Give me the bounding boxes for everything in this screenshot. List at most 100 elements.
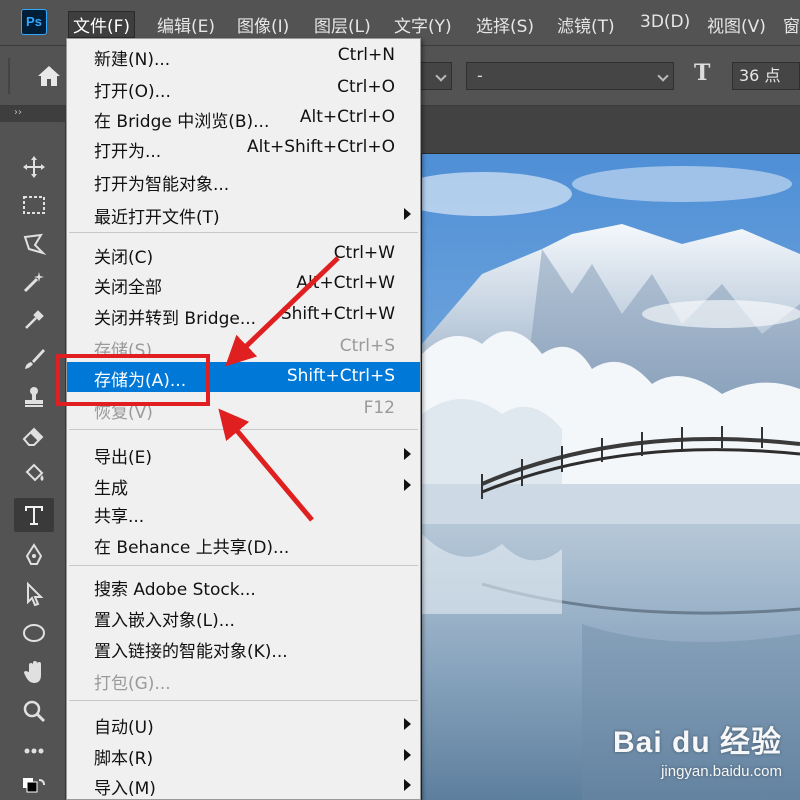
menu-item-shortcut: Shift+Ctrl+S: [286, 366, 395, 386]
menu-item-shortcut: Alt+Ctrl+W: [296, 273, 395, 293]
menu-item-label: 置入链接的智能对象(K)...: [94, 642, 288, 662]
pen-tool[interactable]: [14, 538, 54, 572]
brush-tool[interactable]: [14, 342, 54, 376]
move-icon: [23, 156, 45, 178]
menu-filter[interactable]: 滤镜(T): [557, 12, 615, 37]
hand-tool[interactable]: [14, 655, 54, 689]
paint-bucket-tool[interactable]: [14, 457, 54, 491]
menu-item-place-embedded[interactable]: 置入嵌入对象(L)...: [67, 602, 420, 632]
menu-item-close-go-to-bridge[interactable]: 关闭并转到 Bridge... Shift+Ctrl+W: [67, 300, 420, 330]
type-tool[interactable]: [14, 498, 54, 532]
menu-item-close[interactable]: 关闭(C) Ctrl+W: [67, 239, 420, 269]
menu-select[interactable]: 选择(S): [476, 12, 534, 37]
menu-item-label: 打开(O)...: [94, 82, 171, 102]
menu-separator: [69, 700, 418, 701]
menu-view[interactable]: 视图(V): [707, 12, 766, 37]
menu-item-label: 打包(G)...: [94, 674, 171, 694]
menu-item-label: 打开为...: [94, 142, 162, 162]
menu-item-search-adobe-stock[interactable]: 搜索 Adobe Stock...: [67, 571, 420, 601]
menu-item-import[interactable]: 导入(M): [67, 770, 420, 800]
menu-item-place-linked[interactable]: 置入链接的智能对象(K)...: [67, 633, 420, 663]
winter-landscape-image: [422, 154, 800, 800]
clone-stamp-tool[interactable]: [14, 380, 54, 414]
menu-item-export[interactable]: 导出(E): [67, 439, 420, 469]
options-bar-grip: [8, 58, 10, 94]
menu-edit[interactable]: 编辑(E): [157, 12, 215, 37]
menu-item-scripts[interactable]: 脚本(R): [67, 740, 420, 770]
menu-item-shortcut: Ctrl+S: [339, 336, 395, 356]
lasso-tool[interactable]: [14, 227, 54, 261]
chevron-down-icon: [435, 70, 447, 82]
menu-separator: [69, 565, 418, 566]
eraser-tool[interactable]: [14, 418, 54, 452]
menu-separator: [69, 232, 418, 233]
menu-item-label: 关闭(C): [94, 248, 154, 268]
path-selection-tool[interactable]: [14, 577, 54, 611]
menu-item-shortcut: Alt+Ctrl+O: [299, 107, 395, 127]
menu-item-shortcut: Ctrl+N: [337, 45, 395, 65]
menu-item-label: 脚本(R): [94, 749, 154, 769]
menu-item-share[interactable]: 共享...: [67, 498, 420, 528]
panel-collapse-toggle[interactable]: ››: [0, 106, 66, 122]
menu-item-shortcut: F12: [363, 398, 395, 418]
menu-item-browse-in-bridge[interactable]: 在 Bridge 中浏览(B)... Alt+Ctrl+O: [67, 103, 420, 133]
ellipse-icon: [23, 624, 45, 642]
photoshop-logo[interactable]: Ps: [21, 9, 47, 35]
move-tool[interactable]: [14, 150, 54, 184]
submenu-arrow-icon: [404, 749, 411, 761]
submenu-arrow-icon: [404, 448, 411, 460]
font-size-input[interactable]: 36 点: [732, 62, 800, 90]
font-style-select[interactable]: -: [466, 62, 674, 90]
font-size-icon-glyph: T: [694, 60, 711, 86]
font-family-select[interactable]: [420, 62, 452, 90]
magic-wand-tool[interactable]: [14, 265, 54, 299]
zoom-tool[interactable]: [14, 694, 54, 728]
menu-item-new[interactable]: 新建(N)... Ctrl+N: [67, 41, 420, 71]
menu-item-open-recent[interactable]: 最近打开文件(T): [67, 199, 420, 229]
more-tools[interactable]: [14, 734, 54, 768]
menu-3d[interactable]: 3D(D): [640, 12, 690, 32]
menu-image[interactable]: 图像(I): [237, 12, 289, 37]
menu-item-close-all[interactable]: 关闭全部 Alt+Ctrl+W: [67, 269, 420, 299]
ellipse-tool[interactable]: [14, 616, 54, 650]
menu-item-label: 导出(E): [94, 448, 153, 468]
home-icon[interactable]: [36, 63, 62, 89]
menu-item-open-as-smart-object[interactable]: 打开为智能对象...: [67, 166, 420, 196]
menu-item-generate[interactable]: 生成: [67, 470, 420, 500]
color-swatches[interactable]: [14, 770, 54, 800]
rectangle-marquee-icon: [23, 196, 45, 214]
menu-item-label: 自动(U): [94, 718, 154, 738]
eyedropper-tool[interactable]: [14, 303, 54, 337]
ellipsis-icon: [24, 748, 44, 754]
chevron-down-icon: [657, 70, 669, 82]
menu-item-label: 新建(N)...: [94, 50, 171, 70]
submenu-arrow-icon: [404, 479, 411, 491]
menu-item-shortcut: Alt+Shift+Ctrl+O: [246, 137, 395, 157]
menu-item-open-as[interactable]: 打开为... Alt+Shift+Ctrl+O: [67, 133, 420, 163]
magnifier-icon: [23, 700, 46, 723]
swap-colors-icon: [23, 778, 45, 793]
marquee-tool[interactable]: [14, 188, 54, 222]
hand-icon: [24, 661, 41, 683]
annotation-highlight-box: [56, 354, 210, 406]
menu-item-automate[interactable]: 自动(U): [67, 709, 420, 739]
menu-item-label: 关闭并转到 Bridge...: [94, 309, 257, 329]
brush-icon: [25, 349, 45, 369]
menu-item-open[interactable]: 打开(O)... Ctrl+O: [67, 73, 420, 103]
menu-window[interactable]: 窗: [783, 12, 800, 37]
menu-item-share-on-behance[interactable]: 在 Behance 上共享(D)...: [67, 529, 420, 559]
menu-type[interactable]: 文字(Y): [394, 12, 452, 37]
menu-item-label: 关闭全部: [94, 278, 162, 298]
stamp-icon: [25, 387, 43, 407]
menu-item-label: 在 Bridge 中浏览(B)...: [94, 112, 270, 132]
menu-item-shortcut: Ctrl+W: [333, 243, 395, 263]
menu-layer[interactable]: 图层(L): [314, 12, 371, 37]
menu-item-label: 共享...: [94, 507, 145, 527]
menu-item-package[interactable]: 打包(G)...: [67, 665, 420, 695]
menu-item-label: 生成: [94, 479, 128, 499]
eyedropper-icon: [25, 310, 44, 329]
canvas-image[interactable]: Bai du 经验 jingyan.baidu.com: [422, 154, 800, 800]
menu-item-label: 在 Behance 上共享(D)...: [94, 538, 290, 558]
baidu-watermark: Bai du 经验 jingyan.baidu.com: [613, 717, 782, 780]
menu-file[interactable]: 文件(F): [68, 11, 136, 38]
